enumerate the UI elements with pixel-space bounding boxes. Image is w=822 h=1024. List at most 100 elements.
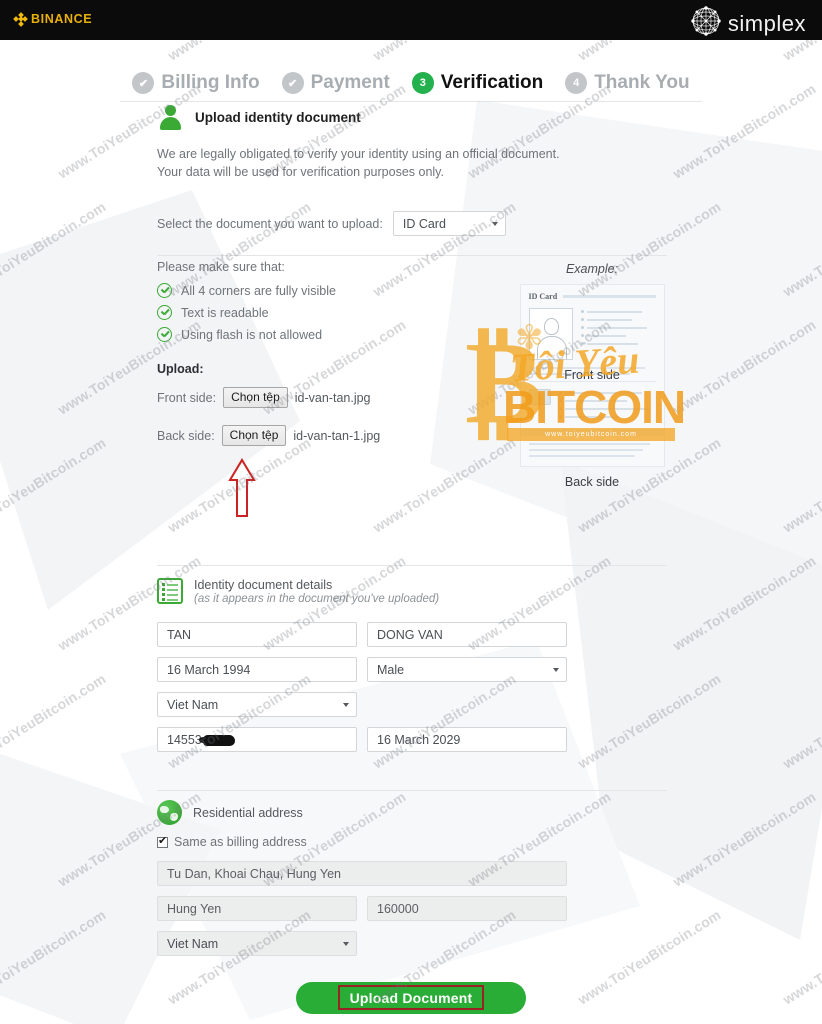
photo-requirements: Please make sure that: All 4 corners are… — [157, 260, 822, 342]
annotation-rectangle — [338, 985, 484, 1010]
street-field-row: Tu Dan, Khoai Chau, Hung Yen — [157, 861, 822, 886]
example-label: Example: — [565, 262, 619, 276]
id-number-input[interactable]: 14553 — [157, 727, 357, 752]
document-type-row: Select the document you want to upload: … — [157, 211, 822, 236]
city-input[interactable]: Hung Yen — [157, 896, 357, 921]
annotation-arrow-up-icon — [228, 458, 256, 525]
binance-wordmark: BINANCE — [31, 12, 93, 26]
step-payment[interactable]: ✔ Payment — [281, 72, 390, 94]
identity-details-title: Identity document details — [194, 578, 333, 592]
step-bar-divider — [120, 101, 702, 102]
example-back-caption: Back side — [564, 475, 620, 489]
checklist-item: Using flash is not allowed — [157, 327, 822, 342]
file-upload-block: Upload: Front side: Chọn tệp id-van-tan.… — [157, 362, 822, 446]
upload-document-button[interactable]: Upload Document — [296, 982, 526, 1014]
step-verification[interactable]: 3 Verification — [411, 72, 544, 94]
nationality-value: Viet Nam — [167, 697, 219, 712]
id-number-value: 14553 — [167, 732, 202, 747]
birth-gender-field-row: 16 March 1994 Male — [157, 657, 822, 682]
checklist-item: All 4 corners are fully visible — [157, 283, 822, 298]
front-side-row: Front side: Chọn tệp id-van-tan.jpg — [157, 387, 822, 408]
legal-line-1: We are legally obligated to verify your … — [157, 147, 560, 161]
upload-heading: Upload: — [157, 362, 204, 376]
document-type-label: Select the document you want to upload: — [157, 216, 383, 231]
step-3-label: Verification — [440, 72, 544, 93]
back-side-label: Back side: — [157, 428, 215, 443]
city-postal-field-row: Hung Yen 160000 — [157, 896, 822, 921]
top-bar: BINANCE simplex — [0, 0, 822, 40]
document-type-select[interactable]: ID Card — [392, 211, 506, 236]
residential-address-header: Residential address — [157, 800, 822, 825]
country-select[interactable]: Viet Nam — [157, 931, 357, 956]
checklist-item: Text is readable — [157, 305, 822, 320]
example-front-caption: Front side — [564, 368, 620, 382]
person-icon — [157, 104, 184, 131]
checklist-intro: Please make sure that: — [157, 260, 285, 274]
section-divider-1 — [157, 255, 667, 256]
checkout-step-bar: ✔ Billing Info ✔ Payment 3 Verification … — [0, 62, 822, 104]
example-portrait-placeholder — [528, 308, 573, 360]
step-4-label: Thank You — [594, 72, 690, 93]
id-number-expiry-row: 14553 16 March 2029 — [157, 727, 822, 752]
legal-line-2: Your data will be used for verification … — [157, 165, 444, 179]
step-1-label: Billing Info — [161, 72, 260, 93]
front-side-label: Front side: — [157, 390, 217, 405]
section-divider-2 — [157, 565, 667, 566]
checklist-item-label: All 4 corners are fully visible — [181, 283, 336, 298]
gender-select[interactable]: Male — [367, 657, 567, 682]
same-as-billing-label: Same as billing address — [174, 835, 307, 849]
nationality-field-row: Viet Nam — [157, 692, 822, 717]
step-1-check-icon: ✔ — [132, 72, 155, 94]
submit-row: Upload Document — [0, 982, 822, 1014]
identity-details-subtitle: (as it appears in the document you've up… — [194, 593, 440, 605]
nationality-select[interactable]: Viet Nam — [157, 692, 357, 717]
simplex-network-icon — [689, 4, 723, 43]
step-billing-info[interactable]: ✔ Billing Info — [132, 72, 260, 94]
expiry-date-input[interactable]: 16 March 2029 — [367, 727, 567, 752]
document-type-value: ID Card — [402, 216, 446, 231]
front-side-choose-file-button[interactable]: Chọn tệp — [223, 387, 288, 408]
chevron-down-icon — [343, 941, 349, 946]
back-side-filename: id-van-tan-1.jpg — [293, 428, 381, 443]
residential-address-title: Residential address — [193, 805, 303, 820]
verification-form: Upload identity document We are legally … — [0, 104, 822, 463]
list-icon — [157, 578, 183, 604]
step-4-number-badge: 4 — [565, 72, 588, 94]
first-name-input[interactable]: TAN — [157, 622, 357, 647]
postal-code-input[interactable]: 160000 — [367, 896, 567, 921]
redaction-mark — [198, 735, 235, 746]
simplex-wordmark: simplex — [727, 10, 806, 36]
chevron-down-icon — [553, 667, 559, 672]
section-divider-3 — [157, 790, 667, 791]
binance-diamond-icon — [13, 11, 28, 27]
simplex-logo[interactable]: simplex — [689, 4, 806, 43]
step-thank-you[interactable]: 4 Thank You — [565, 72, 690, 94]
back-side-row: Back side: Chọn tệp id-van-tan-1.jpg — [157, 425, 822, 446]
upload-section-header: Upload identity document — [157, 104, 822, 131]
legal-paragraph: We are legally obligated to verify your … — [157, 145, 822, 181]
step-2-label: Payment — [310, 72, 390, 93]
checklist-item-label: Text is readable — [181, 305, 269, 320]
street-address-input[interactable]: Tu Dan, Khoai Chau, Hung Yen — [157, 861, 567, 886]
identity-details-header: Identity document details (as it appears… — [157, 578, 822, 605]
check-circle-icon — [157, 327, 172, 342]
same-as-billing-checkbox-row[interactable]: Same as billing address — [157, 834, 822, 849]
check-circle-icon — [157, 283, 172, 298]
name-field-row: TAN DONG VAN — [157, 622, 822, 647]
checklist-item-label: Using flash is not allowed — [181, 327, 323, 342]
back-side-choose-file-button[interactable]: Chọn tệp — [221, 425, 287, 446]
example-id-card: Example: ID Card Front side Back side — [512, 262, 672, 489]
gender-value: Male — [377, 662, 405, 677]
front-side-filename: id-van-tan.jpg — [294, 390, 371, 405]
step-2-check-icon: ✔ — [281, 72, 304, 94]
binance-logo[interactable]: BINANCE — [13, 11, 93, 27]
same-as-billing-checkbox[interactable] — [157, 834, 168, 848]
last-name-input[interactable]: DONG VAN — [367, 622, 567, 647]
upload-section-title: Upload identity document — [195, 110, 361, 125]
identity-details-section: Identity document details (as it appears… — [0, 578, 822, 752]
birth-date-input[interactable]: 16 March 1994 — [157, 657, 357, 682]
chevron-down-icon — [343, 702, 349, 707]
check-circle-icon — [157, 305, 172, 320]
residential-address-section: Residential address Same as billing addr… — [0, 800, 822, 956]
example-card-title: ID Card — [528, 292, 558, 301]
